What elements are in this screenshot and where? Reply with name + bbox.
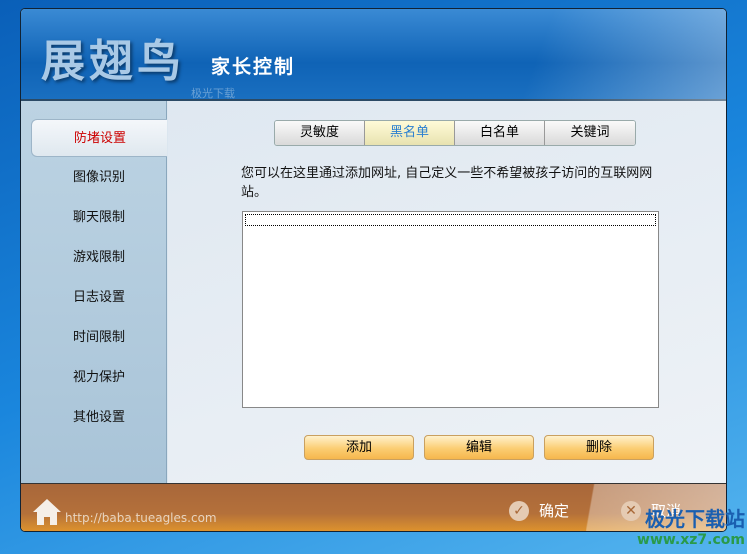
watermark-name: 极光下载站: [645, 507, 745, 531]
ok-label: 确定: [539, 502, 570, 520]
sidebar-item-other-settings[interactable]: 其他设置: [31, 399, 167, 437]
watermark-site: www.xz7.com: [637, 532, 745, 548]
list-focus-row[interactable]: [245, 214, 656, 226]
edit-button[interactable]: 编辑: [424, 435, 534, 460]
tab-whitelist[interactable]: 白名单: [455, 121, 545, 145]
tab-sensitivity[interactable]: 灵敏度: [275, 121, 365, 145]
site-watermark: 极光下载站 www.xz7.com: [637, 503, 745, 548]
check-icon: ✓: [509, 500, 529, 521]
footer-bar: http://baba.tueagles.com ✓ 确定 ✕ 取消: [21, 483, 726, 531]
logo: 展翅鸟: [41, 36, 185, 87]
header: 展翅鸟 家长控制 极光下载: [21, 9, 726, 101]
blacklist-listbox[interactable]: [242, 211, 659, 408]
faint-watermark: 极光下载: [191, 87, 235, 100]
sidebar-item-image-recognition[interactable]: 图像识别: [31, 159, 167, 197]
app-window: 展翅鸟 家长控制 极光下载 防堵设置 图像识别 聊天限制 游戏限制 日志设置 时…: [20, 8, 727, 532]
tab-blacklist[interactable]: 黑名单: [365, 121, 455, 145]
delete-button[interactable]: 删除: [544, 435, 654, 460]
home-icon[interactable]: [32, 498, 62, 526]
sidebar-item-chat-limit[interactable]: 聊天限制: [31, 199, 167, 237]
website-link[interactable]: http://baba.tueagles.com: [65, 511, 217, 525]
sidebar-item-log-settings[interactable]: 日志设置: [31, 279, 167, 317]
add-button[interactable]: 添加: [304, 435, 414, 460]
tab-keywords[interactable]: 关键词: [545, 121, 635, 145]
ok-button[interactable]: ✓ 确定: [509, 500, 569, 521]
app-subtitle: 家长控制: [211, 56, 296, 78]
main-panel: 灵敏度 黑名单 白名单 关键词 您可以在这里通过添加网址, 自己定义一些不希望被…: [168, 101, 726, 483]
tab-bar: 灵敏度 黑名单 白名单 关键词: [274, 120, 636, 146]
sidebar-item-game-limit[interactable]: 游戏限制: [31, 239, 167, 277]
description-text: 您可以在这里通过添加网址, 自己定义一些不希望被孩子访问的互联网网站。: [241, 166, 653, 200]
sidebar: 防堵设置 图像识别 聊天限制 游戏限制 日志设置 时间限制 视力保护 其他设置: [21, 101, 167, 483]
sidebar-item-block-settings[interactable]: 防堵设置: [31, 119, 167, 157]
sidebar-item-eye-protection[interactable]: 视力保护: [31, 359, 167, 397]
sidebar-item-time-limit[interactable]: 时间限制: [31, 319, 167, 357]
